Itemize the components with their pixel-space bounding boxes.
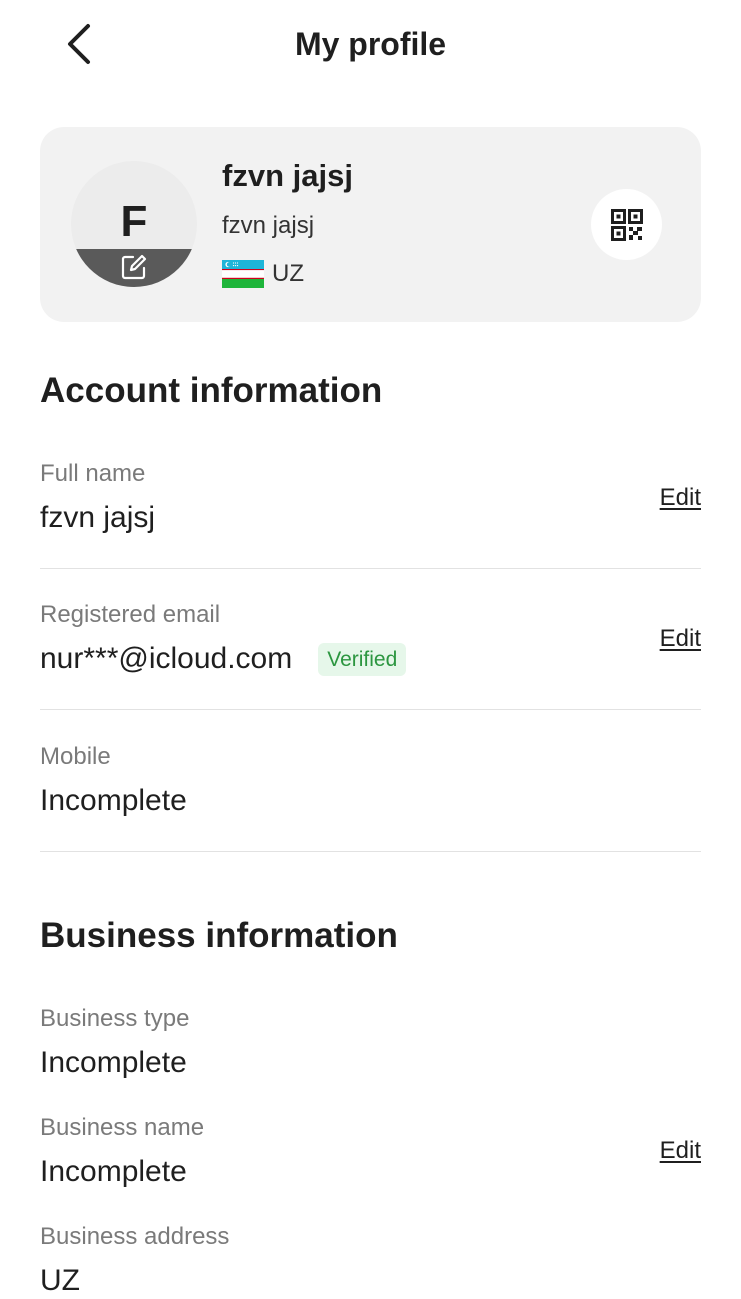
edit-full-name-link[interactable]: Edit <box>660 483 701 513</box>
profile-country: UZ <box>222 258 304 290</box>
account-section-title: Account information <box>40 371 383 410</box>
edit-icon <box>121 254 147 280</box>
top-bar: My profile <box>0 0 741 88</box>
avatar-initial: F <box>120 197 148 246</box>
email-value-row: nur***@icloud.com Verified <box>40 641 701 677</box>
business-section-title: Business information <box>40 916 398 955</box>
avatar[interactable]: F <box>71 161 197 287</box>
business-type-field: Business type Incomplete <box>40 1004 701 1081</box>
country-code: UZ <box>272 260 304 287</box>
business-name-value: Incomplete <box>40 1155 187 1188</box>
divider <box>40 709 701 710</box>
mobile-label: Mobile <box>40 743 111 770</box>
email-value: nur***@icloud.com <box>40 642 293 675</box>
page-title: My profile <box>294 26 447 62</box>
business-address-label: Business address <box>40 1223 230 1250</box>
avatar-edit-overlay[interactable] <box>71 249 197 287</box>
profile-name: fzvn jajsj <box>222 158 353 193</box>
business-type-value: Incomplete <box>40 1046 187 1079</box>
business-address-field: Business address UZ <box>40 1222 701 1299</box>
full-name-field: Full name fzvn jajsj Edit <box>40 459 701 536</box>
profile-username: fzvn jajsj <box>222 212 315 239</box>
edit-business-name-link[interactable]: Edit <box>660 1136 701 1166</box>
divider <box>40 568 701 569</box>
qr-code-button[interactable] <box>591 189 662 260</box>
edit-email-link[interactable]: Edit <box>660 624 701 654</box>
uzbekistan-flag-icon <box>222 260 264 288</box>
email-field: Registered email nur***@icloud.com Verif… <box>40 600 701 677</box>
profile-card: F fzvn jajsj fzvn jajsj UZ <box>40 127 701 322</box>
qr-code-icon <box>610 208 643 241</box>
business-type-label: Business type <box>40 1005 190 1032</box>
business-name-label: Business name <box>40 1114 205 1141</box>
verified-badge: Verified <box>318 642 407 676</box>
full-name-label: Full name <box>40 460 146 487</box>
email-label: Registered email <box>40 601 221 628</box>
business-address-value: UZ <box>40 1264 80 1297</box>
mobile-value: Incomplete <box>40 784 187 817</box>
business-name-field: Business name Incomplete Edit <box>40 1113 701 1190</box>
mobile-field: Mobile Incomplete <box>40 742 701 819</box>
full-name-value: fzvn jajsj <box>40 501 156 534</box>
divider <box>40 851 701 852</box>
